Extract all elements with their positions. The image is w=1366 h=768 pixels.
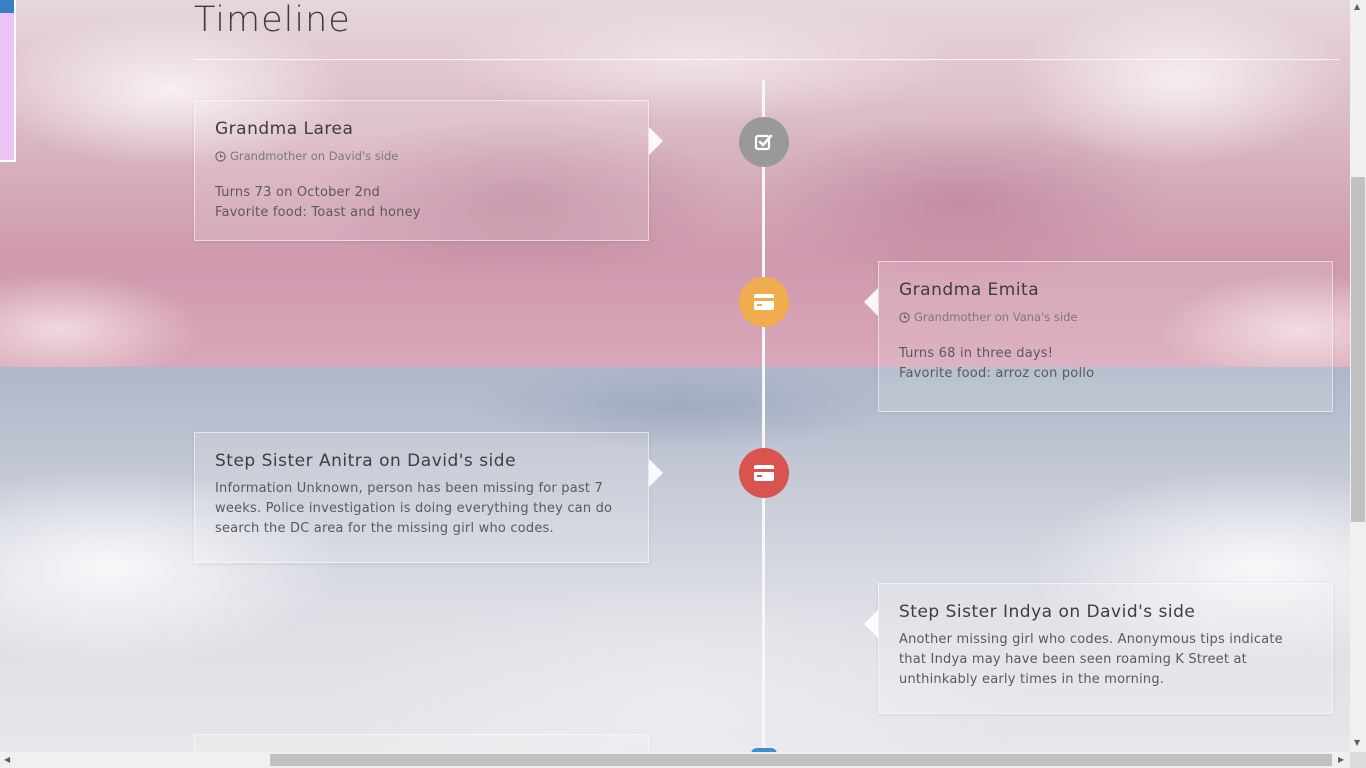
- panel-body: Turns 68 in three days! Favorite food: a…: [899, 344, 1312, 384]
- page: Timeline Grandma Larea Grandmother on Da…: [0, 0, 1366, 768]
- side-panel-tab[interactable]: [0, 0, 16, 162]
- panel-body-line: Turns 68 in three days!: [899, 346, 1054, 361]
- timeline-line: [762, 80, 765, 760]
- timeline-badge: [739, 277, 789, 327]
- panel-title: Grandma Larea: [215, 119, 354, 139]
- timeline-panel: [194, 734, 649, 754]
- credit-card-icon: [754, 465, 774, 481]
- credit-card-icon: [754, 294, 774, 310]
- horizontal-scroll-thumb[interactable]: [270, 754, 1332, 766]
- timeline-badge: [739, 448, 789, 498]
- panel-title: Grandma Emita: [899, 280, 1040, 300]
- panel-subtitle: Grandmother on David's side: [215, 149, 628, 163]
- scroll-up-arrow-icon[interactable]: ▲: [1354, 2, 1360, 12]
- timeline-panel: Step Sister Anitra on David's side Infor…: [194, 432, 663, 563]
- timeline-panel: Grandma Emita Grandmother on Vana's side…: [864, 261, 1333, 412]
- check-square-icon: [754, 134, 773, 151]
- panel-subtitle-text: Grandmother on Vana's side: [914, 310, 1078, 324]
- panel-body-line: Favorite food: Toast and honey: [215, 205, 421, 220]
- clock-icon: [215, 150, 226, 162]
- panel-title: Step Sister Anitra on David's side: [215, 451, 517, 471]
- panel-subtitle-text: Grandmother on David's side: [230, 149, 399, 163]
- panel-body: Turns 73 on October 2nd Favorite food: T…: [215, 183, 628, 223]
- vertical-scrollbar[interactable]: ▲ ▼: [1350, 0, 1366, 752]
- scrollbar-corner: [1350, 752, 1366, 768]
- clock-icon: [899, 311, 910, 323]
- panel-body: Another missing girl who codes. Anonymou…: [899, 630, 1312, 690]
- panel-body-line: Favorite food: arroz con pollo: [899, 366, 1095, 381]
- panel-body-line: Another missing girl who codes. Anonymou…: [899, 632, 1283, 687]
- timeline-panel: Step Sister Indya on David's side Anothe…: [864, 583, 1333, 714]
- vertical-scroll-thumb[interactable]: [1351, 177, 1365, 522]
- title-divider: [194, 59, 1339, 60]
- page-title: Timeline: [194, 0, 351, 40]
- horizontal-scrollbar[interactable]: ◀ ▶: [0, 752, 1350, 768]
- timeline-badge: [739, 117, 789, 167]
- scroll-down-arrow-icon[interactable]: ▼: [1354, 738, 1360, 748]
- panel-subtitle: Grandmother on Vana's side: [899, 310, 1312, 324]
- side-panel-corner: [0, 0, 14, 13]
- panel-title: Step Sister Indya on David's side: [899, 602, 1196, 622]
- scroll-right-arrow-icon[interactable]: ▶: [1338, 755, 1344, 765]
- timeline-panel: Grandma Larea Grandmother on David's sid…: [194, 100, 663, 241]
- scroll-left-arrow-icon[interactable]: ◀: [4, 755, 10, 765]
- panel-body-line: Turns 73 on October 2nd: [215, 185, 380, 200]
- panel-body: Information Unknown, person has been mis…: [215, 479, 628, 539]
- panel-body-line: Information Unknown, person has been mis…: [215, 481, 613, 536]
